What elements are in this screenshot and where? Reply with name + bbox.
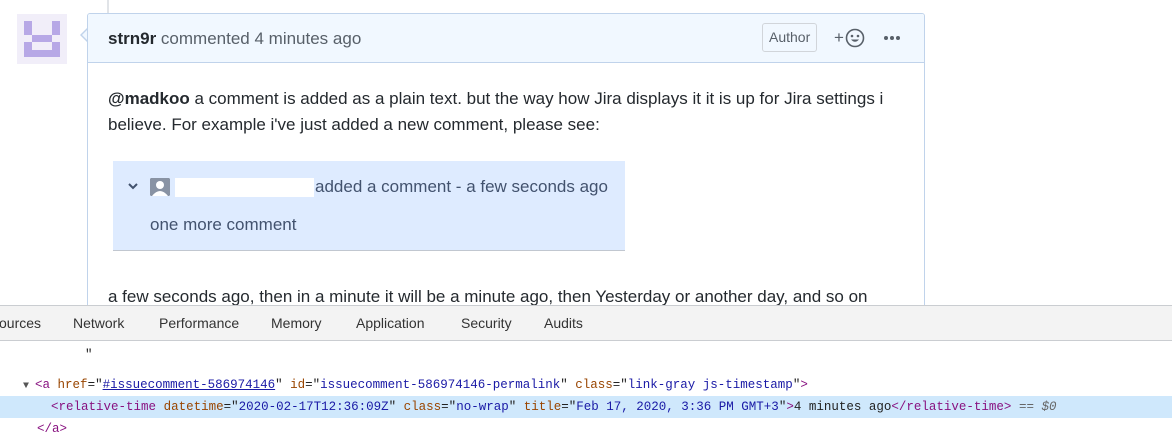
- comment-paragraph-1: @madkoo a comment is added as a plain te…: [108, 86, 908, 112]
- smiley-icon: [845, 28, 865, 48]
- comment-text-2: believe. For example i've just added a n…: [108, 115, 600, 134]
- tab-security[interactable]: Security: [461, 315, 512, 331]
- comment-header: strn9r commented 4 minutes ago Author +: [88, 14, 924, 63]
- expand-triangle-icon[interactable]: ▼: [23, 376, 35, 398]
- plus-label: +: [834, 28, 844, 47]
- embedded-jira-screenshot: added a comment - a few seconds ago one …: [113, 161, 625, 251]
- selected-marker: == $0: [1018, 400, 1057, 414]
- dom-node-anchor-close[interactable]: </a>: [0, 418, 1172, 439]
- comment-meta: strn9r commented 4 minutes ago: [108, 29, 361, 49]
- tab-network[interactable]: Network: [73, 315, 124, 331]
- kebab-icon[interactable]: [880, 24, 904, 52]
- comment-body: @madkoo a comment is added as a plain te…: [108, 86, 908, 138]
- timeline-line: [107, 0, 109, 14]
- identicon-avatar-icon: [17, 14, 67, 64]
- tab-audits[interactable]: Audits: [544, 315, 583, 331]
- author-link[interactable]: strn9r: [108, 29, 156, 48]
- jira-comment-text: one more comment: [150, 215, 297, 234]
- comment-card: strn9r commented 4 minutes ago Author + …: [87, 13, 925, 313]
- comment-text-1: a comment is added as a plain text. but …: [189, 89, 884, 108]
- tab-memory[interactable]: Memory: [271, 315, 322, 331]
- user-icon: [150, 178, 170, 196]
- href-link[interactable]: #issuecomment-586974146: [103, 378, 276, 392]
- devtools-tabbar: ources Network Performance Memory Applic…: [0, 306, 1172, 341]
- author-badge: Author: [762, 23, 818, 52]
- tab-application[interactable]: Application: [356, 315, 425, 331]
- comment-timestamp[interactable]: 4 minutes ago: [254, 29, 361, 48]
- tab-performance[interactable]: Performance: [159, 315, 239, 331]
- user-mention-link[interactable]: @madkoo: [108, 89, 190, 108]
- dom-node-relative-time-selected[interactable]: <relative-time datetime="2020-02-17T12:3…: [0, 396, 1172, 418]
- comment-action: commented: [160, 29, 250, 48]
- add-reaction-button[interactable]: +: [834, 26, 865, 50]
- dom-node-anchor[interactable]: ▼ <a href="#issuecomment-586974146" id="i…: [0, 374, 1172, 396]
- elements-tree: " ▼ <a href="#issuecomment-586974146" id=…: [0, 341, 1172, 439]
- devtools-panel: ources Network Performance Memory Applic…: [0, 305, 1172, 439]
- jira-added-text: added a comment - a few seconds ago: [315, 177, 608, 196]
- dom-text-node[interactable]: ": [0, 344, 1172, 366]
- tab-sources[interactable]: ources: [0, 315, 41, 331]
- chevron-down-icon: [128, 183, 138, 190]
- avatar[interactable]: [17, 14, 67, 64]
- redacted-username: [175, 178, 314, 197]
